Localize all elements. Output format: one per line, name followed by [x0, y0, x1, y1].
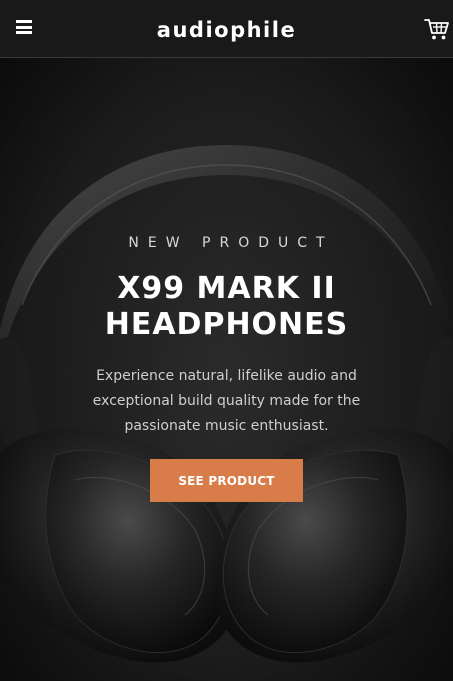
cart-icon[interactable] — [424, 16, 450, 42]
see-product-button[interactable]: SEE PRODUCT — [150, 459, 303, 502]
page: audiophile NEW PRODUCT X99 MARK II HEADP… — [0, 0, 453, 681]
hero-title: X99 MARK II HEADPHONES — [20, 271, 433, 343]
hero-title-line: HEADPHONES — [104, 307, 349, 342]
hero-overline: NEW PRODUCT — [128, 235, 334, 251]
brand-logo[interactable]: audiophile — [0, 17, 453, 43]
hero-title-line: X99 MARK II — [117, 271, 336, 306]
hero-description: Experience natural, lifelike audio and e… — [92, 368, 361, 434]
site-header: audiophile — [0, 0, 453, 58]
